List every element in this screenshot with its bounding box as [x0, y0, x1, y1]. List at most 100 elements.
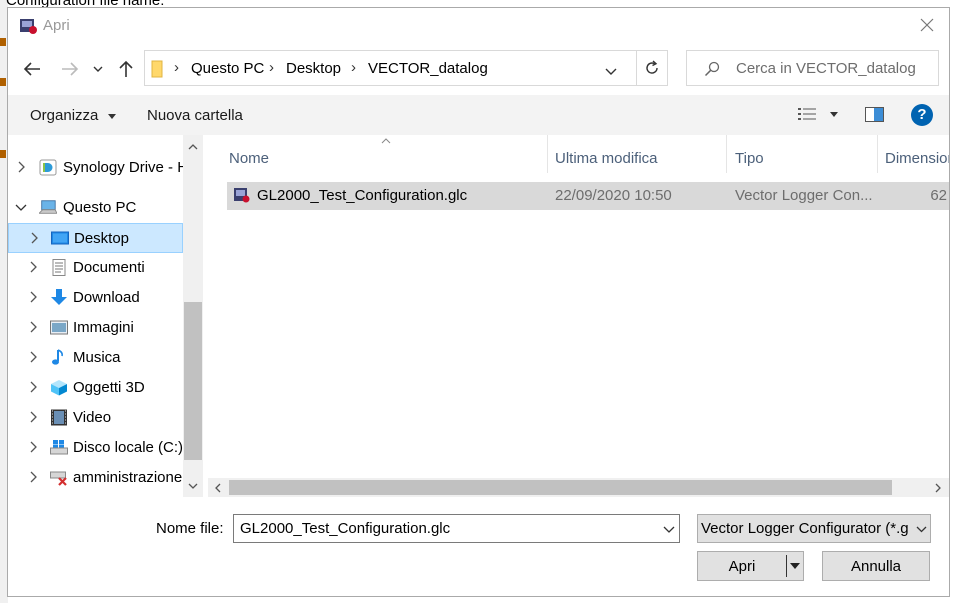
column-header-type[interactable]: Tipo: [735, 150, 764, 167]
details-view-icon: [798, 108, 816, 120]
background-marker: [0, 38, 6, 46]
search-box[interactable]: Cerca in VECTOR_datalog: [686, 50, 939, 86]
column-divider[interactable]: [547, 135, 548, 173]
close-icon: [920, 18, 934, 32]
file-type: Vector Logger Con...: [735, 187, 873, 204]
chevron-right-icon: [30, 291, 37, 303]
address-bar[interactable]: › Questo PC › Desktop › VECTOR_datalog: [144, 50, 668, 86]
desktop-icon: [51, 231, 69, 245]
up-button[interactable]: [113, 56, 139, 82]
column-header-name[interactable]: Nome: [229, 150, 269, 167]
scroll-up-icon[interactable]: [188, 144, 198, 150]
column-header-size[interactable]: Dimensione: [885, 150, 949, 167]
sidebar-item-label: Documenti: [73, 259, 145, 276]
file-modified: 22/09/2020 10:50: [555, 187, 672, 204]
back-button[interactable]: [19, 56, 45, 82]
breadcrumb-desktop[interactable]: Desktop: [286, 60, 341, 77]
chevron-right-icon: [31, 232, 38, 244]
chevron-right-icon: [30, 321, 37, 333]
filename-label: Nome file:: [156, 520, 224, 537]
forward-button[interactable]: [57, 56, 83, 82]
scroll-right-icon[interactable]: [935, 483, 941, 493]
folder-icon: [151, 60, 163, 78]
open-button[interactable]: Apri: [697, 551, 804, 581]
background-marker: [0, 150, 6, 158]
sidebar-item-label: amministrazione: [73, 469, 183, 486]
filename-value: GL2000_Test_Configuration.glc: [240, 520, 451, 537]
breadcrumb-questo-pc[interactable]: Questo PC: [191, 60, 264, 77]
open-button-label: Apri: [728, 558, 756, 575]
sort-ascending-icon: [381, 138, 391, 144]
sidebar-item-documenti[interactable]: Documenti: [8, 253, 183, 283]
column-divider[interactable]: [877, 135, 878, 173]
documents-icon: [52, 259, 66, 276]
scroll-down-icon[interactable]: [188, 483, 198, 489]
chevron-right-icon: [30, 261, 37, 273]
up-arrow-icon: [119, 60, 133, 77]
column-divider[interactable]: [726, 135, 727, 173]
download-icon: [51, 289, 67, 305]
search-placeholder: Cerca in VECTOR_datalog: [736, 60, 916, 77]
preview-pane-button[interactable]: [865, 107, 885, 123]
objects-3d-icon: [51, 380, 67, 396]
back-arrow-icon: [23, 62, 40, 76]
sidebar-item-questo-pc[interactable]: Questo PC: [8, 193, 183, 223]
refresh-icon: [646, 60, 658, 74]
vector-logger-file-icon: [234, 188, 250, 203]
sidebar-item-video[interactable]: Video: [8, 403, 183, 433]
chevron-down-icon[interactable]: [663, 526, 675, 533]
sidebar-item-label: Questo PC: [63, 199, 137, 216]
synology-drive-icon: [39, 159, 57, 176]
recent-locations-button[interactable]: [88, 56, 108, 82]
sidebar-item-musica[interactable]: Musica: [8, 343, 183, 373]
chevron-right-icon: [30, 381, 37, 393]
refresh-button[interactable]: [636, 50, 667, 86]
organize-button[interactable]: Organizza: [30, 107, 116, 124]
open-options-button[interactable]: [787, 552, 803, 580]
background-marker: [0, 78, 6, 86]
breadcrumb-separator: ›: [351, 59, 356, 76]
sidebar-item-download[interactable]: Download: [8, 283, 183, 313]
filename-field[interactable]: GL2000_Test_Configuration.glc: [233, 514, 680, 543]
new-folder-button[interactable]: Nuova cartella: [147, 107, 243, 124]
computer-icon: [39, 200, 57, 214]
sidebar-item-label: Video: [73, 409, 112, 426]
preview-pane-icon: [865, 107, 884, 122]
music-icon: [52, 349, 63, 365]
breadcrumb-vector-datalog[interactable]: VECTOR_datalog: [368, 60, 488, 77]
sidebar-item-disco-locale[interactable]: Disco locale (C:): [8, 433, 183, 463]
open-file-dialog: Apri › Questo PC › Desktop › VECTOR_data…: [7, 7, 950, 597]
file-name: GL2000_Test_Configuration.glc: [257, 187, 468, 204]
sidebar-item-oggetti-3d[interactable]: Oggetti 3D: [8, 373, 183, 403]
title-bar[interactable]: Apri: [8, 8, 949, 46]
chevron-right-icon: [30, 351, 37, 363]
local-disk-icon: [50, 440, 68, 455]
sidebar-item-immagini[interactable]: Immagini: [8, 313, 183, 343]
breadcrumb-separator: ›: [174, 59, 179, 76]
column-header-modified[interactable]: Ultima modifica: [555, 150, 658, 167]
sidebar-item-desktop[interactable]: Desktop: [8, 223, 183, 253]
sidebar-item-synology-drive[interactable]: Synology Drive - H: [8, 153, 188, 183]
navigation-pane: Synology Drive - H Questo PC Desktop Doc…: [8, 135, 204, 497]
file-size: 62: [930, 187, 947, 204]
file-list-scrollbar-thumb[interactable]: [229, 480, 892, 495]
navigation-scrollbar-thumb[interactable]: [184, 302, 202, 460]
file-list: Nome Ultima modifica Tipo Dimensione GL2…: [226, 135, 949, 497]
cancel-button[interactable]: Annulla: [822, 551, 930, 581]
file-type-filter[interactable]: Vector Logger Configurator (*.g: [697, 514, 931, 543]
scroll-left-icon[interactable]: [215, 483, 221, 493]
chevron-down-icon: [605, 68, 617, 75]
help-button[interactable]: ?: [911, 104, 933, 126]
close-button[interactable]: [905, 8, 949, 42]
chevron-right-icon: [30, 471, 37, 483]
sidebar-item-label: Download: [73, 289, 140, 306]
address-history-button[interactable]: [605, 63, 619, 75]
chevron-down-icon: [15, 204, 27, 211]
search-icon: [704, 61, 720, 77]
chevron-right-icon: [30, 441, 37, 453]
sidebar-item-label: Disco locale (C:): [73, 439, 184, 456]
sidebar-item-amministrazione[interactable]: amministrazione: [8, 463, 183, 493]
file-row[interactable]: GL2000_Test_Configuration.glc 22/09/2020…: [227, 182, 949, 210]
filter-dropdown-toggle[interactable]: [912, 515, 930, 542]
change-view-button[interactable]: [798, 107, 842, 123]
